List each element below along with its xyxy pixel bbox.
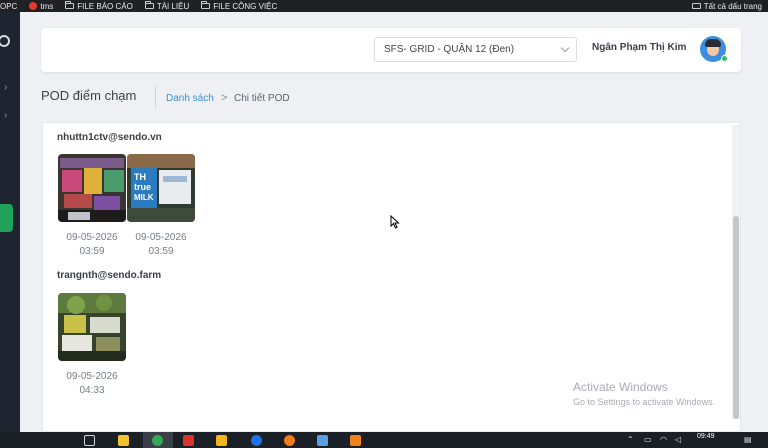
bookmark-tai-lieu[interactable]: TÀI LIỆU — [144, 1, 190, 11]
photo-time: 03:59 — [148, 246, 174, 257]
bookmark-label: FILE CÔNG VIỆC — [213, 1, 278, 11]
chevron-right-icon[interactable]: › — [4, 110, 7, 121]
app-icon[interactable] — [350, 435, 361, 446]
milk-brand-text: MILK — [134, 193, 154, 202]
uploader-email: nhuttn1ctv@sendo.vn — [57, 132, 162, 143]
top-header: SFS- GRID - QUẬN 12 (Đen) Ngân Phạm Thị … — [41, 28, 741, 72]
photo-timestamp: 09-05-2026 03:59 — [57, 231, 127, 259]
bookmark-label: OPC — [0, 1, 18, 11]
file-explorer-icon[interactable] — [118, 435, 129, 446]
store-select-value: SFS- GRID - QUẬN 12 (Đen) — [384, 44, 515, 55]
network-icon[interactable]: ▭ — [644, 435, 652, 444]
pod-photo-image — [58, 293, 126, 361]
folder-icon — [144, 1, 154, 9]
notification-icon[interactable]: ▤ — [744, 435, 752, 444]
photo-date: 09-05-2026 — [66, 371, 118, 382]
app-icon[interactable] — [284, 435, 295, 446]
milk-brand-text: true — [134, 182, 151, 192]
pod-photo-image — [58, 154, 126, 222]
windows-taskbar: ⌃ ▭ ◠ ◁ 09:49 ▤ — [0, 432, 768, 448]
activate-windows-subtitle: Go to Settings to activate Windows. — [573, 397, 716, 407]
folder-icon — [201, 1, 211, 9]
user-name[interactable]: Ngân Phạm Thị Kim — [592, 42, 686, 53]
photo-time: 03:59 — [79, 246, 105, 257]
bookmarks-bar: OPC tms FILE BÁO CÁO TÀI LIỆU FILE CÔNG … — [0, 0, 768, 12]
all-bookmarks[interactable]: Tất cả dấu trang — [691, 0, 762, 12]
pod-photo[interactable]: TH true MILK — [127, 154, 195, 222]
bookmark-file-bao-cao[interactable]: FILE BÁO CÁO — [65, 1, 133, 11]
zalo-icon[interactable] — [251, 435, 262, 446]
breadcrumb-current: Chi tiết POD — [234, 93, 290, 104]
mouse-cursor-icon — [390, 215, 400, 229]
volume-icon[interactable]: ◁ — [675, 435, 681, 444]
task-view-icon[interactable] — [84, 435, 95, 446]
app-icon[interactable] — [317, 435, 328, 446]
activate-windows-title: Activate Windows — [573, 380, 668, 394]
bookmark-file-cong-viec[interactable]: FILE CÔNG VIỆC — [201, 1, 278, 11]
tray-chevron-up-icon[interactable]: ⌃ — [627, 435, 634, 444]
avatar-hair — [705, 39, 721, 47]
scrollbar-thumb[interactable] — [733, 216, 739, 419]
settings-icon[interactable] — [0, 35, 10, 47]
tms-icon — [29, 2, 38, 10]
store-select[interactable]: SFS- GRID - QUẬN 12 (Đen) — [374, 37, 577, 62]
pod-photo[interactable] — [58, 154, 126, 222]
folder-icon — [65, 1, 75, 9]
photo-timestamp: 09-05-2026 04:33 — [57, 370, 127, 398]
app-sidebar: › › — [0, 12, 20, 432]
breadcrumb-separator: > — [221, 92, 228, 104]
bookmark-tms[interactable]: tms — [29, 2, 53, 11]
taskbar-clock[interactable]: 09:49 — [697, 433, 715, 440]
bookmark-label: tms — [40, 1, 54, 11]
pod-photo[interactable] — [58, 293, 126, 361]
wps-office-icon[interactable] — [183, 435, 194, 446]
pod-photo-image: TH true MILK — [127, 154, 195, 222]
chrome-icon[interactable] — [152, 435, 163, 446]
title-divider — [155, 86, 156, 108]
chevron-down-icon — [560, 43, 570, 53]
page-title: POD điểm chạm — [41, 88, 137, 103]
bookmark-label: TÀI LIỆU — [156, 1, 190, 11]
all-bookmarks-label: Tất cả dấu trang — [703, 1, 762, 11]
milk-brand-text: TH — [134, 172, 146, 182]
bookmark-label: FILE BÁO CÁO — [77, 1, 133, 11]
photo-date: 09-05-2026 — [135, 232, 187, 243]
photo-timestamp: 09-05-2026 03:59 — [126, 231, 196, 259]
photo-time: 04:33 — [79, 385, 105, 396]
online-status-dot — [721, 55, 728, 62]
uploader-email: trangnth@sendo.farm — [57, 270, 162, 281]
breadcrumb-list-link[interactable]: Danh sách — [166, 93, 214, 104]
chevron-right-icon[interactable]: › — [4, 82, 7, 93]
sidebar-active-item[interactable] — [0, 204, 13, 232]
wifi-icon[interactable]: ◠ — [660, 435, 667, 444]
folder-icon — [691, 3, 701, 9]
bookmark-opc[interactable]: OPC — [0, 2, 17, 11]
photo-date: 09-05-2026 — [66, 232, 118, 243]
sticky-app-icon[interactable] — [216, 435, 227, 446]
